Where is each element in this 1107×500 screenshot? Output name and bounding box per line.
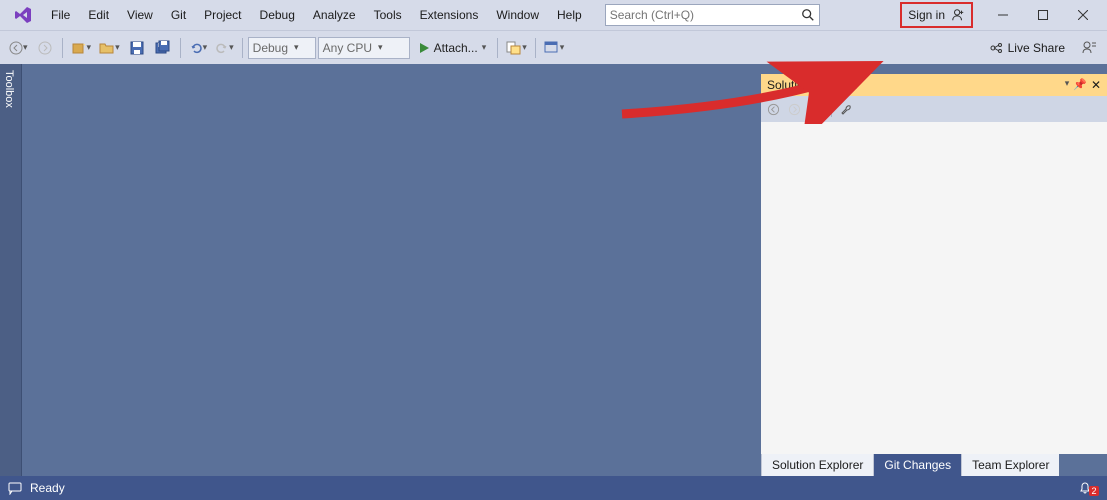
start-button[interactable]: Attach... ▾ — [412, 36, 493, 60]
close-button[interactable] — [1063, 0, 1103, 30]
separator — [180, 38, 181, 58]
menu-bar: File Edit View Git Project Debug Analyze… — [0, 0, 1107, 30]
panel-dropdown-icon[interactable]: ▾ — [1065, 78, 1070, 92]
menu-edit[interactable]: Edit — [79, 4, 118, 26]
editor-area — [22, 64, 761, 476]
tab-git-changes[interactable]: Git Changes — [873, 454, 961, 476]
status-ready-label: Ready — [30, 481, 65, 495]
menu-view[interactable]: View — [118, 4, 162, 26]
play-icon — [418, 42, 430, 54]
maximize-button[interactable] — [1023, 0, 1063, 30]
notification-count: 2 — [1089, 486, 1099, 496]
search-box[interactable] — [605, 4, 820, 26]
nav-forward-button[interactable] — [33, 36, 57, 60]
main-toolbar: ▾ ▾ ▾ ▾ ▾ Debug▾ Any CPU▾ Attach... ▾ ▾ … — [0, 30, 1107, 64]
tab-team-explorer[interactable]: Team Explorer — [961, 454, 1059, 476]
save-all-button[interactable] — [151, 36, 175, 60]
open-file-button[interactable]: ▾ — [96, 36, 123, 60]
person-add-icon — [951, 8, 965, 22]
minimize-button[interactable] — [983, 0, 1023, 30]
solution-explorer-titlebar[interactable]: Solution Explorer ▾ 📌 ✕ — [761, 74, 1107, 96]
live-share-button[interactable]: Live Share — [979, 41, 1075, 55]
menu-window[interactable]: Window — [487, 4, 548, 26]
separator — [535, 38, 536, 58]
sign-in-button[interactable]: Sign in — [900, 2, 973, 28]
menu-project[interactable]: Project — [195, 4, 250, 26]
vs-logo-icon — [10, 2, 36, 28]
menu-extensions[interactable]: Extensions — [411, 4, 488, 26]
nav-back-button[interactable]: ▾ — [6, 36, 31, 60]
solution-explorer-title: Solution Explorer — [767, 78, 858, 92]
pin-icon[interactable]: 📌 — [1073, 78, 1087, 92]
menu-tools[interactable]: Tools — [365, 4, 411, 26]
live-share-label: Live Share — [1008, 41, 1065, 55]
sign-in-label: Sign in — [908, 8, 945, 22]
wrench-icon[interactable] — [840, 102, 854, 116]
separator — [497, 38, 498, 58]
panel-tabs: Solution Explorer Git Changes Team Explo… — [761, 454, 1107, 476]
undo-button[interactable]: ▾ — [186, 36, 211, 60]
save-button[interactable] — [125, 36, 149, 60]
notifications-button[interactable]: 2 — [1078, 480, 1099, 496]
search-input[interactable] — [610, 5, 801, 25]
search-icon — [801, 8, 815, 22]
find-in-files-button[interactable]: ▾ — [503, 36, 530, 60]
start-label: Attach... — [434, 41, 478, 55]
share-icon — [989, 41, 1003, 55]
solution-explorer-body — [761, 122, 1107, 454]
home-icon[interactable] — [809, 102, 823, 116]
solution-explorer-panel: Solution Explorer ▾ 📌 ✕ Solution Explore… — [761, 74, 1107, 476]
chat-icon[interactable] — [8, 481, 22, 495]
toolbox-tab[interactable]: Toolbox — [0, 64, 22, 476]
menu-analyze[interactable]: Analyze — [304, 4, 365, 26]
separator — [62, 38, 63, 58]
solution-explorer-toolbar — [761, 96, 1107, 122]
menu-help[interactable]: Help — [548, 4, 591, 26]
window-layout-button[interactable]: ▾ — [541, 36, 568, 60]
menu-git[interactable]: Git — [162, 4, 195, 26]
redo-button[interactable]: ▾ — [212, 36, 237, 60]
platform-label: Any CPU — [323, 41, 372, 55]
config-dropdown[interactable]: Debug▾ — [248, 37, 316, 59]
content-area: Toolbox Solution Explorer ▾ 📌 ✕ Solution… — [0, 64, 1107, 476]
status-bar: Ready 2 — [0, 476, 1107, 500]
config-label: Debug — [253, 41, 288, 55]
menu-debug[interactable]: Debug — [251, 4, 304, 26]
panel-close-icon[interactable]: ✕ — [1091, 78, 1101, 92]
nav-back-icon[interactable] — [767, 103, 780, 116]
feedback-button[interactable] — [1077, 36, 1101, 60]
new-project-button[interactable]: ▾ — [68, 36, 95, 60]
platform-dropdown[interactable]: Any CPU▾ — [318, 37, 410, 59]
separator — [242, 38, 243, 58]
menu-file[interactable]: File — [42, 4, 79, 26]
nav-forward-icon[interactable] — [788, 103, 801, 116]
tab-solution-explorer[interactable]: Solution Explorer — [761, 454, 873, 476]
